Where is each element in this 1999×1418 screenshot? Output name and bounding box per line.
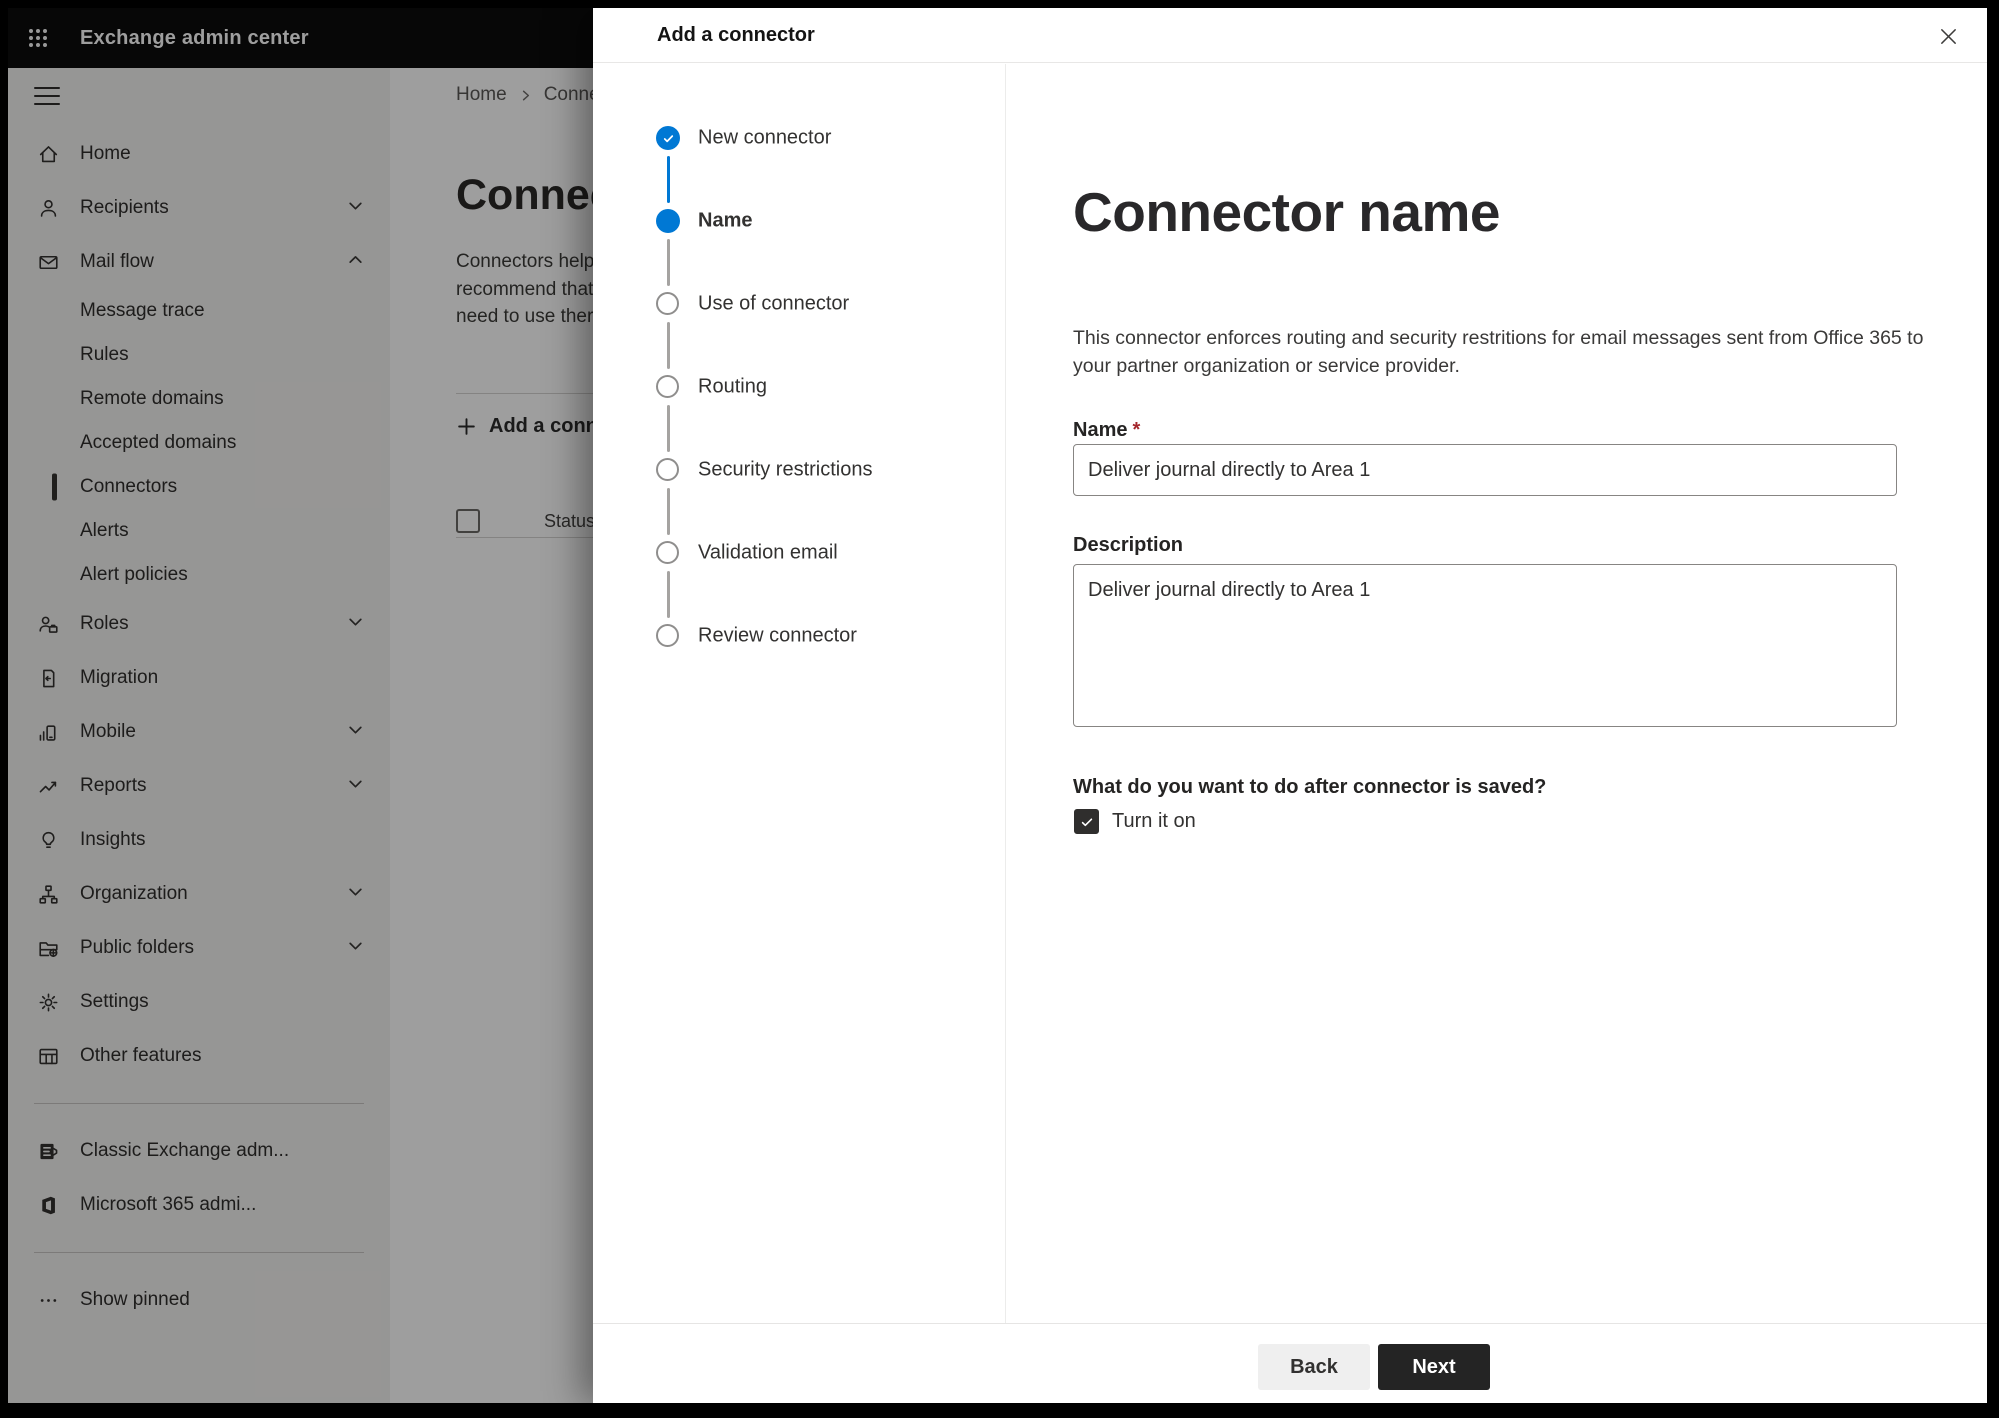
step-circle-todo[interactable] <box>656 541 679 564</box>
required-asterisk: * <box>1132 419 1141 441</box>
turn-it-on-checkbox[interactable] <box>1074 809 1099 834</box>
after-save-question: What do you want to do after connector i… <box>1073 776 1547 798</box>
content-heading: Connector name <box>1073 181 1500 243</box>
wizard-stepper: New connector Name Use of connector Rout… <box>593 64 1006 1323</box>
step-circle-done[interactable] <box>656 126 680 150</box>
close-button[interactable] <box>1935 23 1961 49</box>
step-circle-todo[interactable] <box>656 375 679 398</box>
step-connector-line <box>666 322 670 369</box>
dialog-title: Add a connector <box>657 24 815 46</box>
description-label: Description <box>1073 534 1184 556</box>
step-circle-todo[interactable] <box>656 624 679 647</box>
dialog-footer: Back Next <box>593 1323 1987 1403</box>
turn-it-on-checkbox-row[interactable]: Turn it on <box>1074 809 1196 834</box>
turn-it-on-label: Turn it on <box>1112 810 1196 832</box>
step-connector-line <box>666 156 670 203</box>
add-connector-dialog: Add a connector New connector Name Use o… <box>593 8 1987 1403</box>
back-button[interactable]: Back <box>1258 1344 1370 1390</box>
check-icon <box>663 134 673 142</box>
screen: Exchange admin center Home Recipients Ma… <box>8 8 1987 1403</box>
step-connector-line <box>666 488 670 535</box>
step-use-of-connector[interactable]: Use of connector <box>698 293 849 316</box>
wizard-content: Connector name This connector enforces r… <box>1006 64 1987 1323</box>
step-name[interactable]: Name <box>698 210 752 233</box>
step-circle-todo[interactable] <box>656 458 679 481</box>
step-review-connector[interactable]: Review connector <box>698 625 857 648</box>
step-connector-line <box>666 239 670 286</box>
content-description: This connector enforces routing and secu… <box>1073 327 1924 377</box>
step-security-restrictions[interactable]: Security restrictions <box>698 459 873 482</box>
step-connector-line <box>666 405 670 452</box>
name-input[interactable] <box>1073 444 1897 496</box>
step-circle-current[interactable] <box>656 209 680 233</box>
step-connector-line <box>666 571 670 618</box>
description-textarea[interactable]: Deliver journal directly to Area 1 <box>1073 564 1897 727</box>
name-label: Name * <box>1073 419 1141 441</box>
dialog-header: Add a connector <box>593 8 1987 63</box>
next-button[interactable]: Next <box>1378 1344 1490 1390</box>
step-circle-todo[interactable] <box>656 292 679 315</box>
step-routing[interactable]: Routing <box>698 376 767 399</box>
step-new-connector[interactable]: New connector <box>698 127 831 150</box>
close-icon <box>1940 28 1956 44</box>
step-validation-email[interactable]: Validation email <box>698 542 838 565</box>
check-icon <box>1081 817 1092 826</box>
